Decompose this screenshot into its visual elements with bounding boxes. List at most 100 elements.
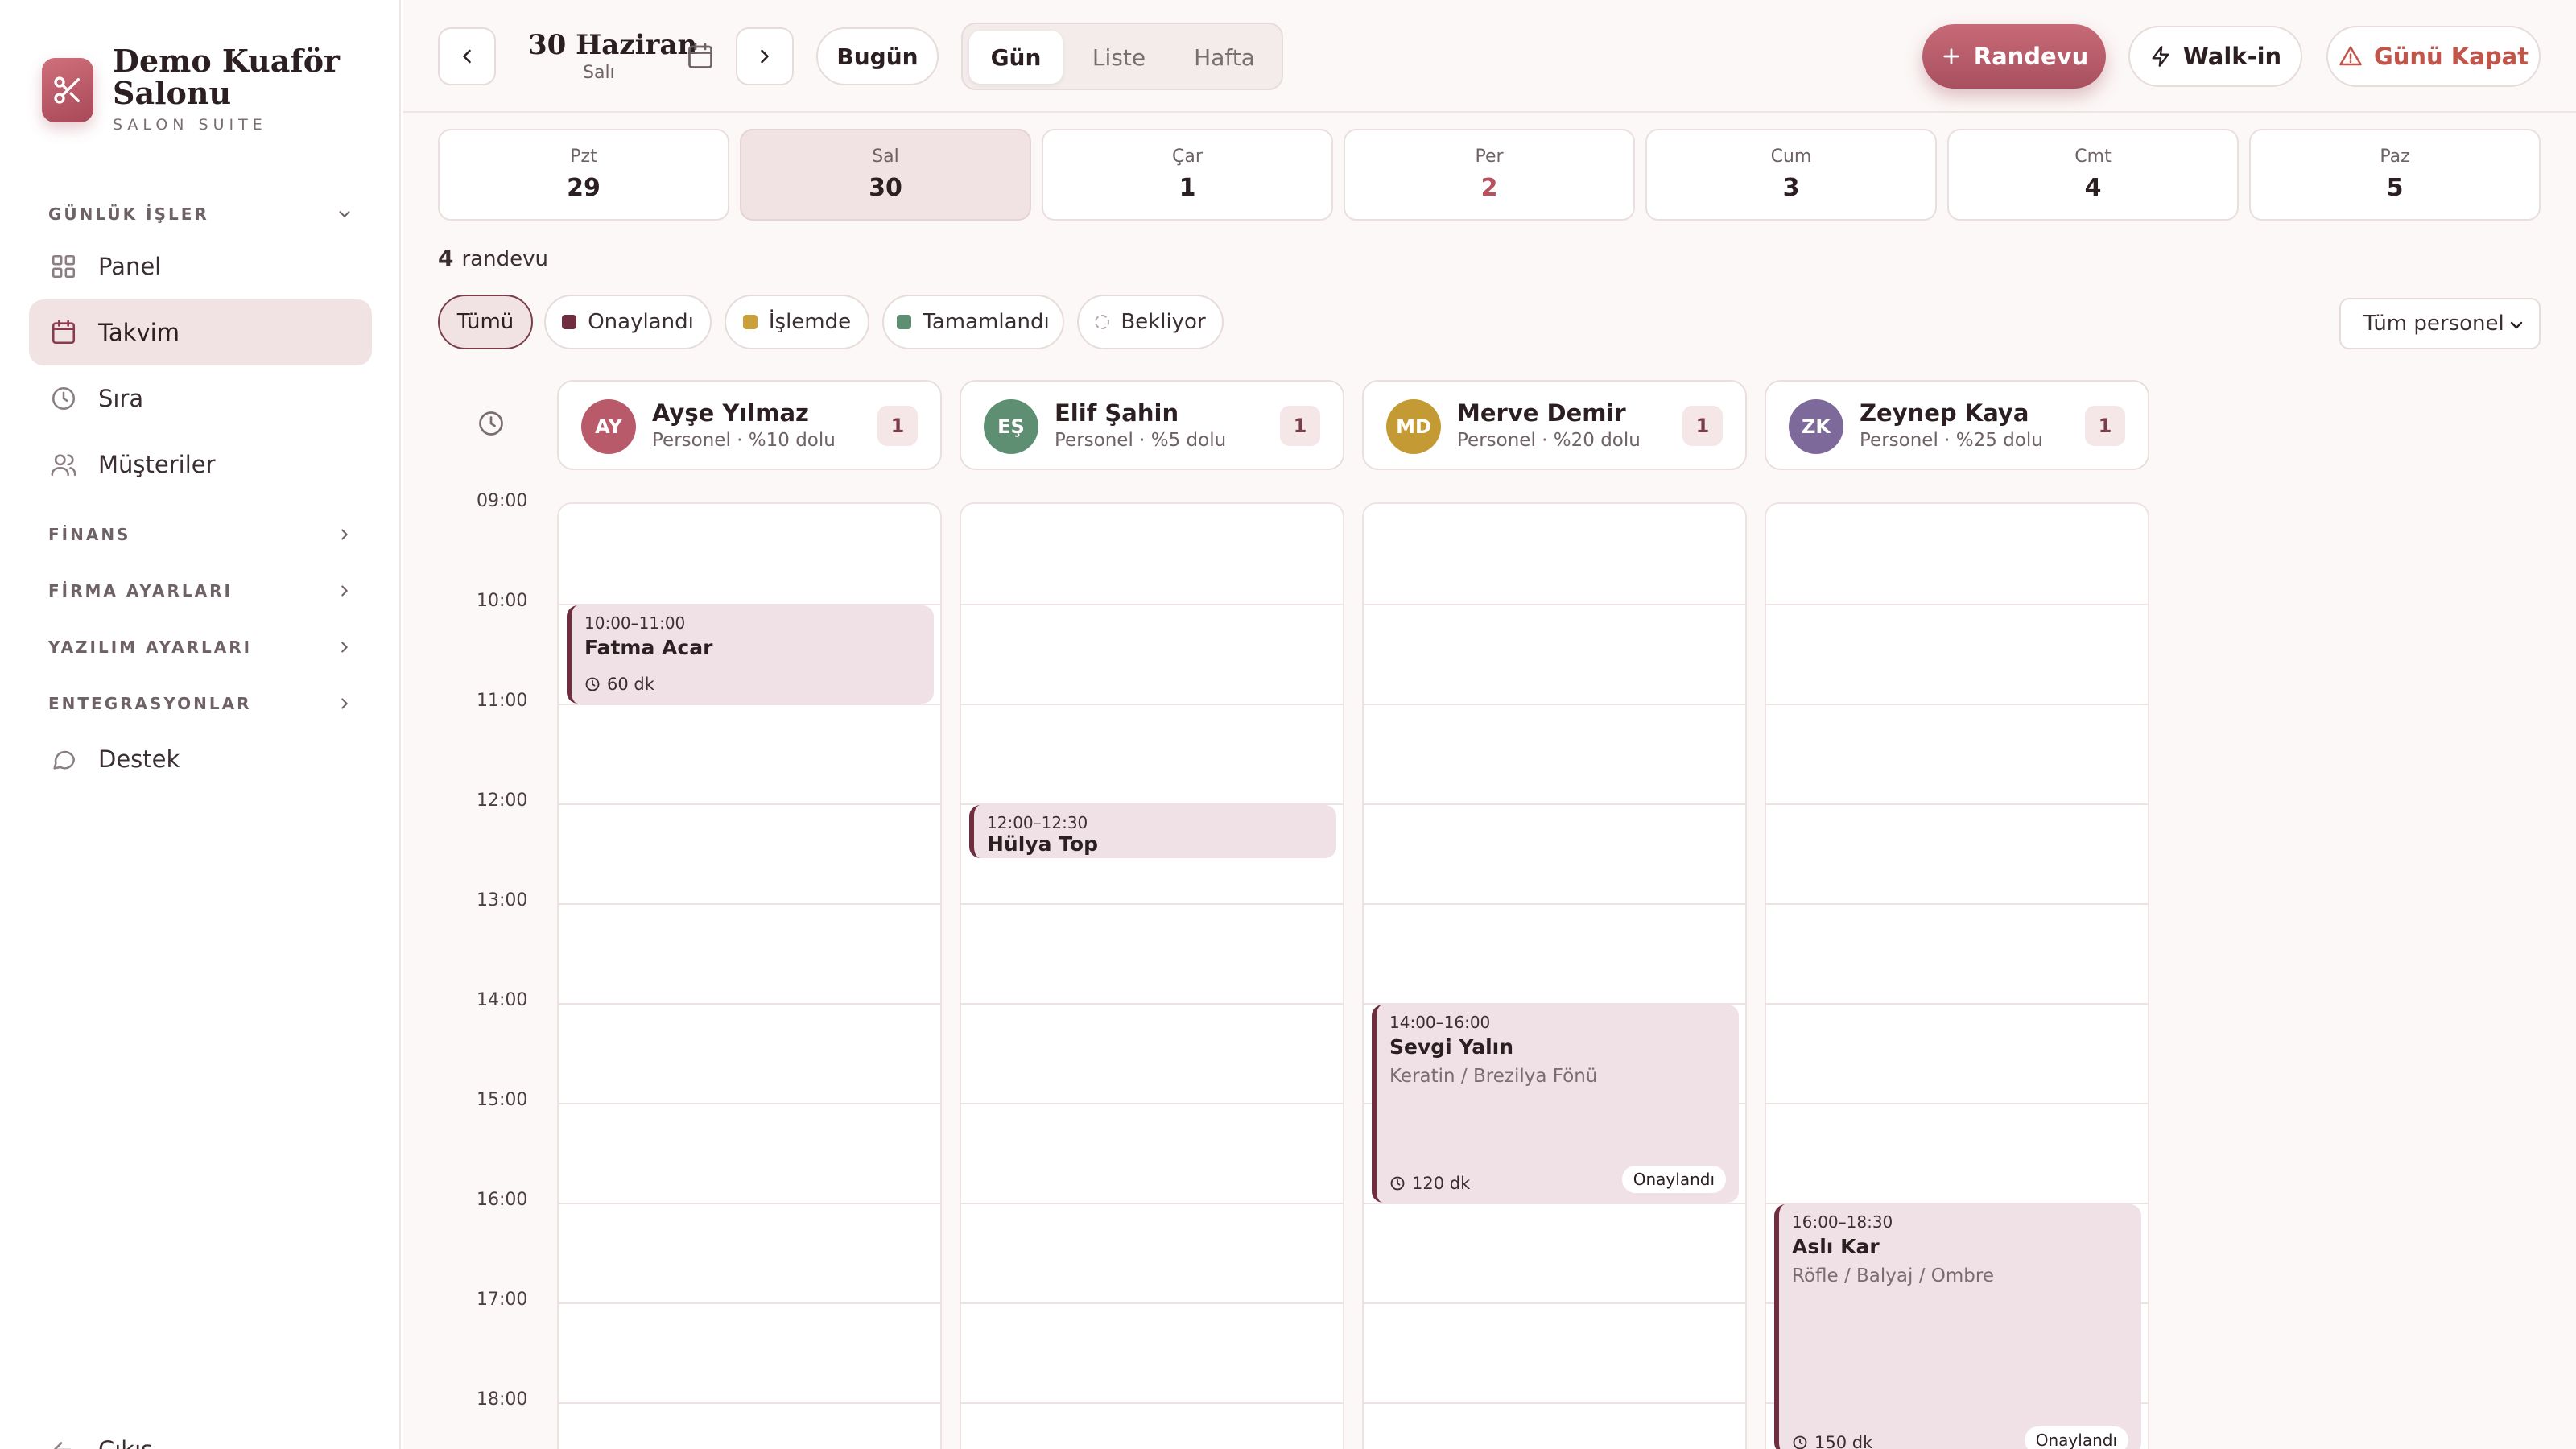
- sidebar-item-sira[interactable]: Sıra: [29, 365, 372, 431]
- filter-tamamlandi[interactable]: Tamamlandı: [882, 295, 1064, 349]
- tab-gun[interactable]: Gün: [969, 31, 1063, 84]
- current-weekday: Salı: [583, 63, 615, 83]
- hour-label: 11:00: [477, 691, 528, 711]
- sidebar-item-destek[interactable]: Destek: [29, 726, 372, 792]
- section-daily[interactable]: GÜNLÜK İŞLER: [48, 200, 354, 229]
- section-label: GÜNLÜK İŞLER: [48, 204, 209, 224]
- sidebar-item-label: Panel: [98, 253, 162, 280]
- close-day-button[interactable]: Günü Kapat: [2326, 26, 2541, 87]
- clock-icon: [479, 411, 503, 436]
- section-label: FİNANS: [48, 525, 131, 544]
- staff-column-elif[interactable]: 12:00–12:30 Hülya Top: [960, 502, 1344, 1449]
- staff-column-ayse[interactable]: 10:00–11:00 Fatma Acar 60 dk: [557, 502, 942, 1449]
- appointment-card[interactable]: 10:00–11:00 Fatma Acar 60 dk: [567, 605, 934, 704]
- appointment-card[interactable]: 16:00–18:30 Aslı Kar Röfle / Balyaj / Om…: [1774, 1204, 2141, 1449]
- staff-filter-value: Tüm personel: [2363, 312, 2504, 336]
- day-number: 30: [869, 174, 902, 202]
- hour-label: 12:00: [477, 791, 528, 811]
- staff-column-merve[interactable]: 14:00–16:00 Sevgi Yalın Keratin / Brezil…: [1362, 502, 1747, 1449]
- sidebar-item-panel[interactable]: Panel: [29, 233, 372, 299]
- filter-onaylandi[interactable]: Onaylandı: [544, 295, 712, 349]
- day-number: 3: [1782, 174, 1800, 202]
- close-day-label: Günü Kapat: [2373, 43, 2529, 70]
- grid-icon: [48, 251, 79, 282]
- appointment-card[interactable]: 14:00–16:00 Sevgi Yalın Keratin / Brezil…: [1372, 1005, 1739, 1203]
- staff-header-ayse[interactable]: AY Ayşe Yılmaz Personel · %10 dolu 1: [557, 380, 942, 470]
- brand-title: Demo Kuaför Salonu: [113, 43, 341, 111]
- staff-filter-select[interactable]: Tüm personel: [2339, 298, 2541, 349]
- section-firma-ayarlari[interactable]: FİRMA AYARLARI: [48, 576, 354, 605]
- sidebar-item-takvim[interactable]: Takvim: [29, 299, 372, 365]
- staff-name: Elif Şahin: [1055, 399, 1179, 427]
- status-dot: [1095, 315, 1110, 329]
- client-name: Sevgi Yalın: [1389, 1035, 1514, 1059]
- day-card[interactable]: Çar 1: [1042, 129, 1333, 221]
- staff-meta: Personel · %20 dolu: [1457, 430, 1641, 451]
- day-name: Cmt: [2074, 147, 2112, 167]
- day-card[interactable]: Per 2: [1344, 129, 1635, 221]
- day-name: Paz: [2380, 147, 2410, 167]
- hour-label: 13:00: [477, 890, 528, 910]
- clock-icon: [1390, 1176, 1405, 1191]
- day-card[interactable]: Paz 5: [2249, 129, 2541, 221]
- avatar: MD: [1386, 399, 1441, 454]
- prev-day-button[interactable]: [438, 27, 496, 85]
- day-card[interactable]: Cmt 4: [1947, 129, 2239, 221]
- client-name: Aslı Kar: [1792, 1235, 1880, 1258]
- appointment-card[interactable]: 12:00–12:30 Hülya Top: [969, 805, 1336, 858]
- sidebar-item-musteriler[interactable]: Müşteriler: [29, 431, 372, 497]
- filter-label: Bekliyor: [1121, 310, 1206, 334]
- day-card[interactable]: Pzt 29: [438, 129, 729, 221]
- staff-name: Merve Demir: [1457, 399, 1626, 427]
- calendar-picker-icon[interactable]: [686, 42, 715, 71]
- staff-count-badge: 1: [1280, 406, 1320, 446]
- day-card-selected[interactable]: Sal 30: [740, 129, 1031, 221]
- day-card[interactable]: Cum 3: [1645, 129, 1937, 221]
- lightning-icon: [2152, 46, 2169, 67]
- staff-count-badge: 1: [1682, 406, 1723, 446]
- day-number: 1: [1179, 174, 1196, 202]
- walkin-button[interactable]: Walk-in: [2128, 26, 2302, 87]
- staff-header-merve[interactable]: MD Merve Demir Personel · %20 dolu 1: [1362, 380, 1747, 470]
- section-finans[interactable]: FİNANS: [48, 520, 354, 549]
- logout-button[interactable]: Çıkış: [29, 1417, 372, 1449]
- tab-liste[interactable]: Liste: [1071, 31, 1167, 84]
- filter-bekliyor[interactable]: Bekliyor: [1077, 295, 1224, 349]
- plus-icon: [1943, 48, 1959, 64]
- filter-all[interactable]: Tümü: [438, 295, 533, 349]
- hour-label: 15:00: [477, 1090, 528, 1110]
- hour-label: 09:00: [477, 491, 528, 511]
- brand-logo[interactable]: [42, 58, 93, 122]
- hour-label: 18:00: [477, 1389, 528, 1410]
- staff-header-zeynep[interactable]: ZK Zeynep Kaya Personel · %25 dolu 1: [1765, 380, 2149, 470]
- day-name: Çar: [1172, 147, 1203, 167]
- new-appointment-button[interactable]: Randevu: [1922, 24, 2106, 89]
- status-badge: Onaylandı: [2024, 1426, 2128, 1449]
- appointment-time: 10:00–11:00: [584, 613, 686, 633]
- walkin-label: Walk-in: [2182, 43, 2282, 70]
- appointment-duration: 60 dk: [584, 675, 654, 694]
- day-number: 29: [567, 174, 601, 202]
- appointment-duration: 120 dk: [1389, 1174, 1470, 1193]
- staff-column-zeynep[interactable]: 16:00–18:30 Aslı Kar Röfle / Balyaj / Om…: [1765, 502, 2149, 1449]
- day-number: 5: [2386, 174, 2404, 202]
- avatar: EŞ: [984, 399, 1038, 454]
- section-label: FİRMA AYARLARI: [48, 581, 233, 601]
- today-button[interactable]: Bugün: [816, 27, 939, 85]
- chevron-right-icon: [335, 581, 354, 601]
- next-day-button[interactable]: [736, 27, 794, 85]
- filter-label: Onaylandı: [588, 310, 694, 334]
- scissors-icon: [54, 76, 80, 104]
- filter-islemde[interactable]: İşlemde: [724, 295, 869, 349]
- filter-label: Tümü: [456, 310, 514, 334]
- section-yazilim-ayarlari[interactable]: YAZILIM AYARLARI: [48, 633, 354, 662]
- chevron-left-icon: [463, 49, 471, 64]
- users-icon: [48, 449, 79, 480]
- appointment-count: 4 randevu: [438, 245, 548, 271]
- calendar-icon: [48, 317, 79, 348]
- tab-hafta[interactable]: Hafta: [1174, 31, 1275, 84]
- staff-header-elif[interactable]: EŞ Elif Şahin Personel · %5 dolu 1: [960, 380, 1344, 470]
- sidebar-item-label: Sıra: [98, 385, 144, 412]
- chat-icon: [48, 744, 79, 774]
- section-entegrasyonlar[interactable]: ENTEGRASYONLAR: [48, 689, 354, 718]
